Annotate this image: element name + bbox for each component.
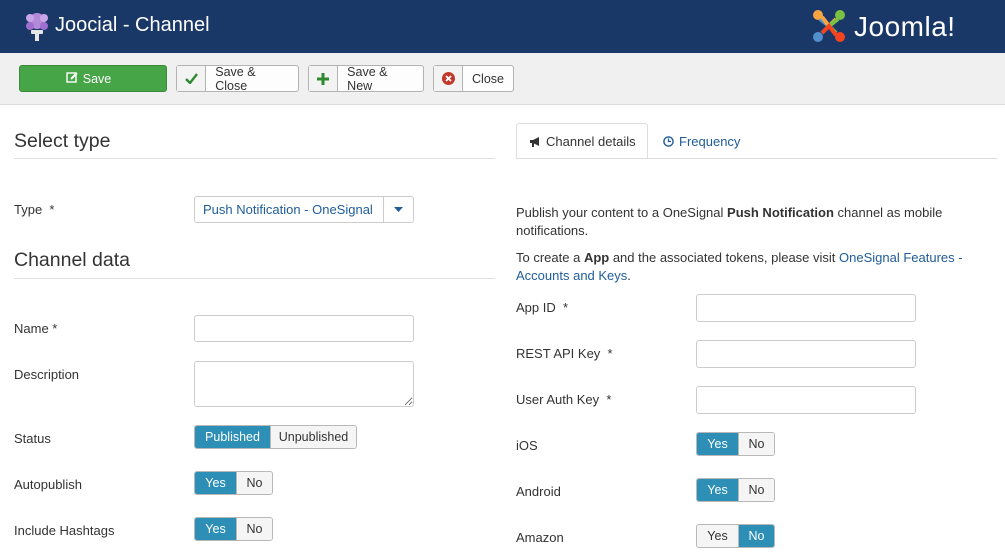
include-hashtags-no-option[interactable]: No xyxy=(236,518,272,540)
joomla-brand-text: Joomla! xyxy=(854,11,956,42)
tab-frequency-label: Frequency xyxy=(679,133,741,149)
amazon-toggle: Yes No xyxy=(696,524,775,548)
android-yes-option[interactable]: Yes xyxy=(697,479,738,501)
include-hashtags-toggle: Yes No xyxy=(194,517,273,541)
ios-toggle: Yes No xyxy=(696,432,775,456)
select-type-heading: Select type xyxy=(14,130,111,152)
joomla-logo-icon xyxy=(810,7,848,48)
ios-yes-option[interactable]: Yes xyxy=(697,433,738,455)
autopublish-label: Autopublish xyxy=(14,477,82,492)
amazon-yes-option[interactable]: Yes xyxy=(697,525,738,547)
close-label: Close xyxy=(472,71,504,86)
caret-down-icon xyxy=(383,197,413,222)
type-label: Type * xyxy=(14,202,55,217)
create-text-part: and the associated tokens, please visit xyxy=(609,250,840,265)
autopublish-yes-option[interactable]: Yes xyxy=(195,472,236,494)
intro-text-bold: Push Notification xyxy=(727,205,834,220)
channel-data-heading: Channel data xyxy=(14,249,131,271)
user-auth-key-field[interactable] xyxy=(696,386,916,414)
clock-icon xyxy=(663,135,674,147)
ios-label: iOS xyxy=(516,438,538,453)
status-published-option[interactable]: Published xyxy=(195,426,270,448)
android-toggle: Yes No xyxy=(696,478,775,502)
amazon-no-option[interactable]: No xyxy=(738,525,774,547)
type-select[interactable]: Push Notification - OneSignal xyxy=(194,196,414,223)
status-unpublished-option[interactable]: Unpublished xyxy=(270,426,356,448)
tab-channel-details-label: Channel details xyxy=(546,133,636,149)
ios-no-option[interactable]: No xyxy=(738,433,774,455)
include-hashtags-yes-option[interactable]: Yes xyxy=(195,518,236,540)
page-title: Joocial - Channel xyxy=(55,14,210,36)
autopublish-toggle: Yes No xyxy=(194,471,273,495)
save-new-button[interactable]: Save & New xyxy=(308,64,424,93)
android-no-option[interactable]: No xyxy=(738,479,774,501)
create-text-part: To create a xyxy=(516,250,584,265)
status-toggle: Published Unpublished xyxy=(194,425,357,449)
bullhorn-icon xyxy=(529,136,541,147)
description-label: Description xyxy=(14,367,80,382)
create-text-part: . xyxy=(627,268,631,283)
user-auth-key-label: User Auth Key * xyxy=(516,392,612,407)
type-select-value: Push Notification - OneSignal xyxy=(203,202,373,217)
amazon-label: Amazon xyxy=(516,530,564,545)
name-label: Name * xyxy=(14,321,58,336)
divider xyxy=(14,278,495,279)
status-label: Status xyxy=(14,431,51,446)
create-text-bold: App xyxy=(583,250,610,265)
plus-icon xyxy=(309,66,339,91)
toolbar: Save Save & Close Save & New Close xyxy=(0,53,1005,105)
check-icon xyxy=(177,66,207,91)
divider xyxy=(14,158,495,159)
android-label: Android xyxy=(516,484,561,499)
autopublish-no-option[interactable]: No xyxy=(236,472,272,494)
create-app-text: To create a App and the associated token… xyxy=(516,249,986,285)
tab-frequency[interactable]: Frequency xyxy=(663,123,740,159)
tab-channel-details[interactable]: Channel details xyxy=(516,123,648,159)
description-field[interactable] xyxy=(194,361,414,407)
close-button[interactable]: Close xyxy=(433,65,514,92)
cancel-icon xyxy=(434,66,464,91)
tab-divider xyxy=(516,158,997,159)
app-id-label: App ID * xyxy=(516,300,569,315)
app-id-field[interactable] xyxy=(696,294,916,322)
app-header: Joocial - Channel Joomla! xyxy=(0,0,1005,53)
include-hashtags-label: Include Hashtags xyxy=(14,523,115,538)
edit-icon xyxy=(66,71,79,87)
joocial-logo-icon xyxy=(24,12,50,42)
save-close-button[interactable]: Save & Close xyxy=(176,64,299,93)
rest-api-key-label: REST API Key * xyxy=(516,346,613,361)
intro-text: Publish your content to a OneSignal Push… xyxy=(516,204,986,240)
joomla-brand: Joomla! xyxy=(810,8,956,46)
name-field[interactable] xyxy=(194,315,414,342)
rest-api-key-field[interactable] xyxy=(696,340,916,368)
save-button[interactable]: Save xyxy=(19,65,167,92)
save-close-label: Save & Close xyxy=(215,64,256,93)
intro-text-part: Publish your content to a OneSignal xyxy=(516,205,728,220)
save-new-label: Save & New xyxy=(347,64,388,93)
save-button-label: Save xyxy=(82,71,112,86)
